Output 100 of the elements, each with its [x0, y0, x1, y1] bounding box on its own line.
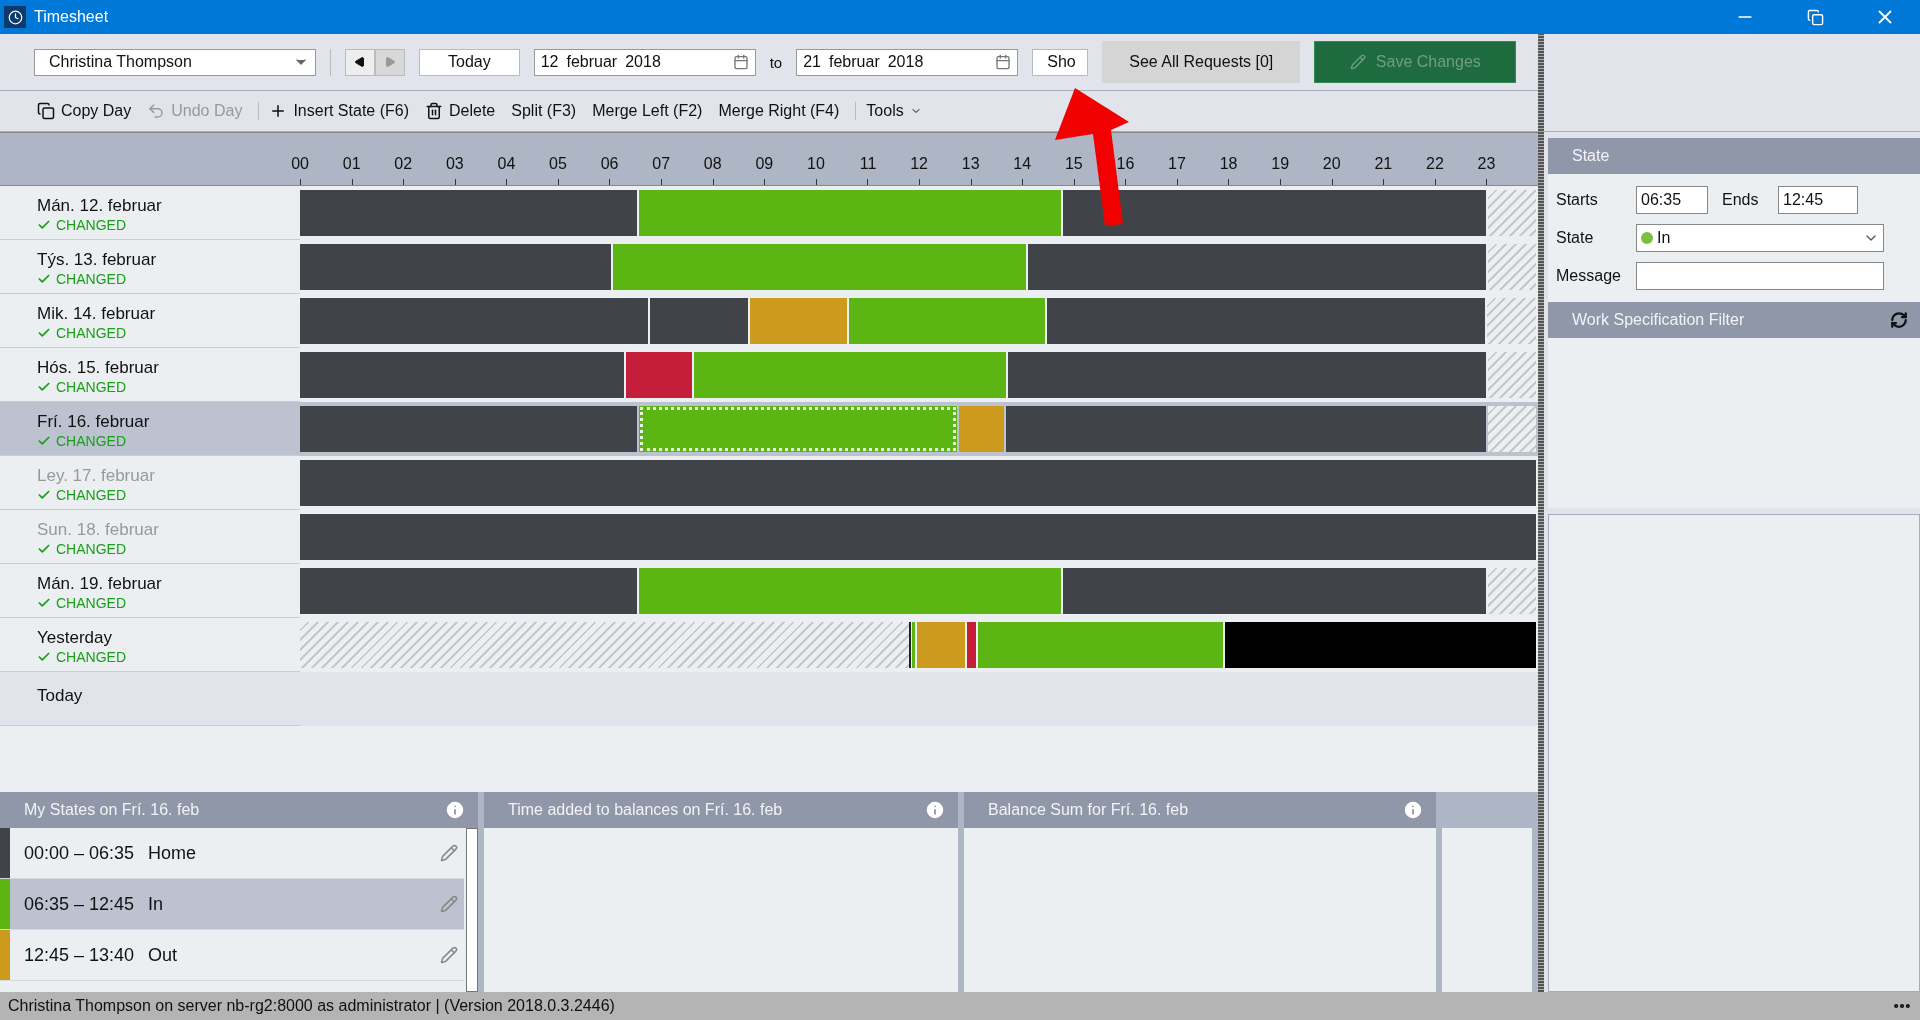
- hour-label: 13: [961, 155, 980, 173]
- state-bar[interactable]: [966, 622, 976, 668]
- day-label: Mán. 12. februar: [37, 196, 163, 216]
- hour-label: 10: [806, 155, 825, 173]
- today-button[interactable]: Today: [419, 48, 520, 76]
- hour-label: 06: [600, 155, 619, 173]
- ends-label: Ends: [1721, 191, 1760, 209]
- hour-label: 18: [1219, 155, 1238, 173]
- pencil-icon[interactable]: [440, 844, 458, 862]
- hour-label: 21: [1374, 155, 1393, 173]
- message-label: Message: [1556, 267, 1622, 285]
- panel-title: Work Specification Filter: [1572, 311, 1745, 329]
- day-label: Frí. 16. februar: [37, 412, 151, 432]
- hour-label: 14: [1013, 155, 1032, 173]
- status-label: CHANGED: [56, 433, 126, 449]
- toolbar-action[interactable]: Delete: [425, 102, 496, 120]
- refresh-icon[interactable]: [1890, 311, 1908, 329]
- check-icon: [37, 326, 51, 340]
- day-row[interactable]: Frí. 16. februar CHANGED: [0, 402, 1538, 456]
- restore-icon[interactable]: [1806, 8, 1824, 26]
- hour-label: 11: [858, 155, 877, 173]
- hour-label: 03: [445, 155, 464, 173]
- check-icon: [37, 596, 51, 610]
- panel-title: State: [1572, 147, 1610, 165]
- show-button[interactable]: Sho: [1032, 48, 1089, 76]
- hour-label: 04: [497, 155, 516, 173]
- ends-field[interactable]: 12:45: [1778, 186, 1858, 214]
- undo-icon: [147, 102, 166, 120]
- check-icon: [37, 434, 51, 448]
- pencil-icon[interactable]: [440, 895, 458, 913]
- hour-label: 23: [1477, 155, 1496, 173]
- day-label: Mik. 14. februar: [37, 304, 157, 324]
- day-row[interactable]: Yesterday CHANGED: [0, 618, 1538, 672]
- message-field[interactable]: [1636, 262, 1884, 290]
- state-bar[interactable]: [638, 406, 957, 452]
- person-dropdown[interactable]: Christina Thompson: [34, 48, 316, 76]
- state-item[interactable]: 06:35 – 12:45 In: [0, 879, 464, 930]
- hour-label: 09: [755, 155, 774, 173]
- to-label: to: [769, 53, 783, 71]
- time-marker[interactable]: [908, 622, 911, 668]
- scrollbar[interactable]: [466, 828, 478, 992]
- check-icon: [37, 272, 51, 286]
- hour-label: 01: [342, 155, 361, 173]
- hour-label: 15: [1064, 155, 1083, 173]
- from-date-field[interactable]: 12 februar 2018: [533, 48, 756, 76]
- calendar-icon: [732, 54, 749, 70]
- check-icon: [37, 380, 51, 394]
- hour-label: 00: [291, 155, 309, 173]
- calendar-icon: [995, 54, 1012, 70]
- hour-label: 19: [1271, 155, 1290, 173]
- status-label: CHANGED: [56, 217, 126, 233]
- check-icon: [37, 542, 51, 556]
- info-icon[interactable]: [924, 799, 946, 821]
- hour-label: 07: [652, 155, 671, 173]
- day-label: Yesterday: [37, 628, 113, 648]
- delete-icon: [425, 102, 443, 120]
- status-label: CHANGED: [56, 325, 126, 341]
- status-label: CHANGED: [56, 649, 126, 665]
- hour-label: 12: [910, 155, 928, 173]
- status-text: Christina Thompson on server nb-rg2:8000 as administrator | (Version 2018.0.3.2446): [8, 997, 615, 1015]
- check-icon: [37, 650, 51, 664]
- toolbar-action[interactable]: Insert State (F6): [258, 102, 409, 120]
- check-icon: [37, 488, 51, 502]
- toolbar-action[interactable]: Tools: [855, 102, 922, 120]
- state-label: State: [1556, 229, 1595, 247]
- toolbar-action[interactable]: Copy Day: [37, 102, 132, 120]
- toolbar-action[interactable]: Merge Right (F4): [718, 102, 840, 120]
- hour-label: 17: [1167, 155, 1186, 173]
- info-icon[interactable]: [444, 799, 466, 821]
- toolbar-action[interactable]: Merge Left (F2): [592, 102, 703, 120]
- toolbar-action[interactable]: Split (F3): [511, 102, 577, 120]
- state-bar[interactable]: [1062, 190, 1486, 236]
- check-icon: [37, 218, 51, 232]
- status-label: CHANGED: [56, 595, 126, 611]
- previous-button[interactable]: [345, 48, 375, 76]
- pencil-icon[interactable]: [440, 946, 458, 964]
- state-item[interactable]: 12:45 – 13:40 Out: [0, 930, 464, 981]
- state-dropdown[interactable]: In: [1636, 224, 1884, 252]
- starts-field[interactable]: 06:35: [1636, 186, 1708, 214]
- day-label: Ley. 17. februar: [37, 466, 156, 486]
- status-label: CHANGED: [56, 487, 126, 503]
- window-title: Timesheet: [34, 8, 110, 26]
- status-label: CHANGED: [56, 271, 126, 287]
- hour-label: 22: [1425, 155, 1444, 173]
- day-row[interactable]: Mán. 12. februar CHANGED: [0, 186, 1538, 240]
- panel-title: My States on Frí. 16. feb: [24, 801, 200, 819]
- hour-label: 02: [394, 155, 413, 173]
- to-date-field[interactable]: 21 februar 2018: [796, 48, 1019, 76]
- info-icon[interactable]: [1402, 799, 1424, 821]
- hour-label: 16: [1116, 155, 1135, 173]
- clock-icon: [4, 6, 26, 28]
- requests-button[interactable]: See All Requests [0]: [1102, 41, 1301, 83]
- panel-title: Time added to balances on Frí. 16. feb: [508, 801, 783, 819]
- day-label: Týs. 13. februar: [37, 250, 158, 270]
- state-item[interactable]: 00:00 – 06:35 Home: [0, 828, 464, 879]
- day-label: Mán. 19. februar: [37, 574, 163, 594]
- left-triangle-icon: [354, 56, 366, 68]
- starts-label: Starts: [1556, 191, 1599, 209]
- hour-label: 08: [703, 155, 722, 173]
- hour-label: 05: [548, 155, 567, 173]
